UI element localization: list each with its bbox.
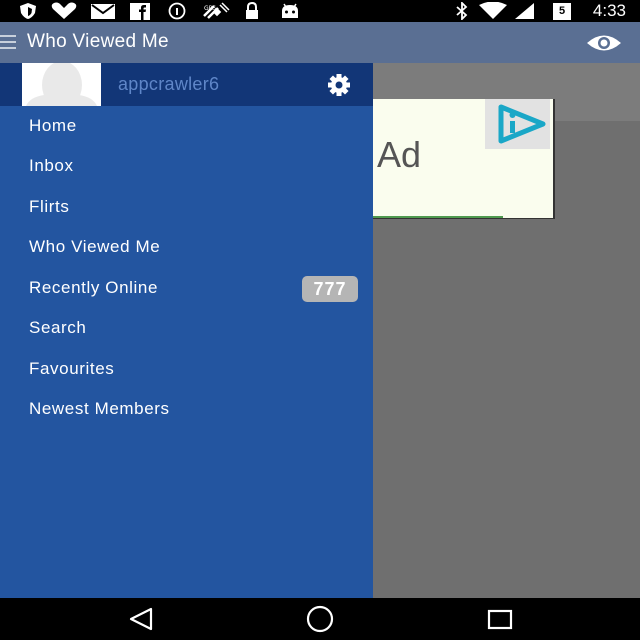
nav-item-label: Recently Online	[29, 278, 159, 297]
count-badge: 777	[302, 276, 358, 302]
back-icon[interactable]	[110, 598, 170, 640]
system-nav-bar	[0, 598, 640, 640]
signal-icon	[515, 3, 534, 19]
status-bar: GPS 5 4:33	[0, 0, 640, 22]
shield-icon	[20, 3, 36, 19]
facebook-icon	[130, 3, 150, 20]
android-icon	[282, 3, 298, 18]
wifi-icon	[479, 2, 507, 19]
info-icon	[168, 2, 186, 20]
ad-label: Ad	[377, 134, 422, 175]
nav-item-label: Favourites	[29, 359, 115, 378]
home-icon[interactable]	[290, 598, 350, 640]
bluetooth-icon	[456, 2, 468, 20]
app-bar: Who Viewed Me	[0, 22, 640, 63]
status-time: 4:33	[592, 1, 626, 20]
nav-item-inbox[interactable]: Inbox	[0, 146, 373, 186]
lock-icon	[246, 2, 258, 19]
eye-icon[interactable]	[586, 30, 622, 56]
nav-item-search[interactable]: Search	[0, 308, 373, 348]
nav-item-newest-members[interactable]: Newest Members	[0, 389, 373, 429]
ad-logo-icon	[498, 104, 546, 144]
nav-item-label: Newest Members	[29, 399, 170, 418]
nav-item-favourites[interactable]: Favourites	[0, 349, 373, 389]
nav-item-flirts[interactable]: Flirts	[0, 187, 373, 227]
nav-item-who-viewed-me[interactable]: Who Viewed Me	[0, 227, 373, 267]
page-title: Who Viewed Me	[27, 31, 169, 52]
nav-item-label: Inbox	[29, 156, 74, 175]
battery-level: 5	[558, 5, 566, 17]
nav-item-label: Who Viewed Me	[29, 237, 161, 256]
drawer-header: appcrawler6	[0, 63, 373, 106]
recents-icon[interactable]	[470, 598, 530, 640]
ad-logo-container[interactable]	[485, 99, 550, 149]
satellite-icon: GPS	[203, 2, 230, 19]
nav-item-label: Flirts	[29, 197, 70, 216]
username[interactable]: appcrawler6	[118, 74, 219, 95]
avatar-placeholder-icon	[22, 63, 101, 106]
menu-icon[interactable]	[0, 35, 16, 51]
mail-icon	[91, 4, 115, 19]
navigation-drawer: appcrawler6 Home Inbox Flirts Who Viewed…	[0, 63, 373, 598]
svg-text:GPS: GPS	[204, 5, 216, 12]
heart-icon	[51, 2, 77, 20]
gear-icon[interactable]	[322, 72, 356, 98]
nav-item-recently-online[interactable]: Recently Online 777	[0, 268, 373, 308]
nav-item-label: Home	[29, 116, 77, 135]
nav-item-home[interactable]: Home	[0, 106, 373, 146]
nav-item-label: Search	[29, 318, 87, 337]
avatar[interactable]	[22, 63, 101, 106]
